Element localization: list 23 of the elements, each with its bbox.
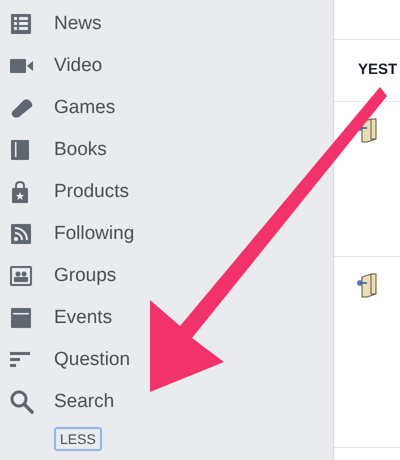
document-icon <box>356 273 378 299</box>
sidebar-link[interactable]: Products <box>54 178 129 206</box>
video-camera-icon <box>10 58 34 74</box>
search-icon <box>10 390 34 414</box>
date-header: YEST <box>358 60 398 80</box>
shopping-bag-icon <box>10 181 30 203</box>
sidebar-link[interactable]: Books <box>54 136 107 164</box>
sidebar-link[interactable]: News <box>54 10 102 38</box>
calendar-icon <box>10 307 32 329</box>
sidebar-link[interactable]: Following <box>54 220 134 248</box>
group-icon <box>10 266 32 286</box>
sidebar-link[interactable]: Groups <box>54 262 116 290</box>
rss-icon <box>10 223 32 245</box>
book-icon <box>10 139 30 161</box>
sidebar-link[interactable]: Games <box>54 94 116 122</box>
less-button[interactable]: LESS <box>54 427 102 451</box>
sidebar-link[interactable]: Search <box>54 388 114 416</box>
newspaper-icon <box>10 13 32 35</box>
bars-icon <box>10 351 30 369</box>
sidebar-link[interactable]: Video <box>54 52 102 80</box>
sidebar-link[interactable]: Events <box>54 304 112 332</box>
document-icon <box>356 118 378 144</box>
sidebar-link[interactable]: Question <box>54 346 130 374</box>
